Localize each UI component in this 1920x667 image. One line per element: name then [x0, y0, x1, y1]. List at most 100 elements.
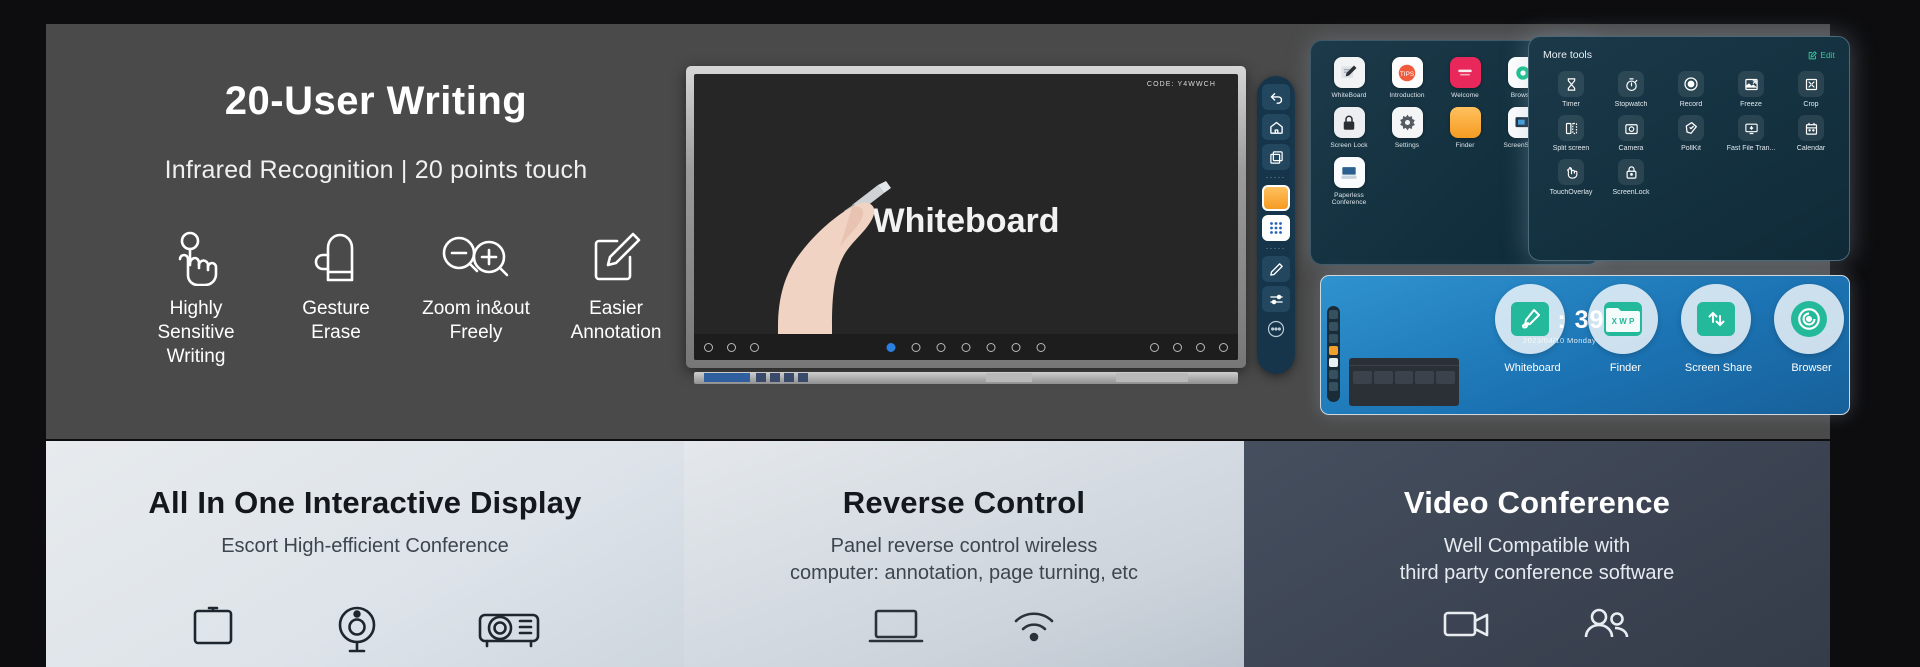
- apps-grid-icon[interactable]: [1262, 215, 1290, 241]
- app-item-introduction[interactable]: TIPS Introduction: [1383, 57, 1431, 99]
- mini-window-icon[interactable]: [1329, 334, 1338, 343]
- tool-item-record[interactable]: Record: [1663, 71, 1719, 108]
- feature-item-gesture-erase: Gesture Erase: [266, 229, 406, 345]
- video-camera-icon: [1437, 601, 1497, 649]
- text-icon[interactable]: [1036, 342, 1046, 352]
- finder-icon[interactable]: [1262, 185, 1290, 211]
- home-app-whiteboard[interactable]: Whiteboard: [1495, 284, 1570, 374]
- mini-app-window[interactable]: [1349, 358, 1459, 406]
- more-tools-panel[interactable]: More tools Edit Timer Stopwatch Record F…: [1528, 36, 1850, 261]
- back-icon[interactable]: [1262, 84, 1290, 110]
- screen-share-icon: [1681, 284, 1751, 354]
- divider: [1265, 245, 1287, 252]
- mini-back-icon[interactable]: [1329, 310, 1338, 319]
- mini-pen-icon[interactable]: [1329, 370, 1338, 379]
- calendar-icon: [1798, 115, 1824, 141]
- display-bezel: CODE: Y4WWCH Whiteboard: [686, 66, 1246, 368]
- tool-item-calendar[interactable]: Calendar: [1783, 115, 1839, 152]
- card-subtitle: Panel reverse control wireless computer:…: [789, 535, 1138, 584]
- home-app-finder[interactable]: X W P Finder: [1588, 284, 1663, 374]
- hand-with-stylus-image: [760, 175, 950, 360]
- finder-folder-icon: X W P: [1588, 284, 1658, 354]
- page-subtitle: Infrared Recognition | 20 points touch: [164, 156, 588, 184]
- pollkit-icon: [1678, 115, 1704, 141]
- freeze-icon: [1738, 71, 1764, 97]
- exit-icon[interactable]: [704, 342, 713, 352]
- home-app-dock[interactable]: Whiteboard X W P Finder Screen Share Bro…: [1489, 284, 1849, 408]
- card-video-conference: Video Conference Well Compatible with th…: [1244, 441, 1830, 667]
- whiteboard-pen-icon: [1495, 284, 1565, 354]
- hourglass-icon: [1558, 71, 1584, 97]
- laptop-icon: [866, 601, 926, 651]
- pen-icon[interactable]: [1262, 256, 1290, 282]
- home-app-label: Finder: [1609, 362, 1642, 374]
- close-icon[interactable]: [1219, 342, 1228, 352]
- insert-icon[interactable]: [1011, 342, 1021, 352]
- home-screen-panel[interactable]: 11 : 39 2023/04/10 Monday Whiteboard: [1320, 275, 1850, 415]
- pen-icon[interactable]: [886, 342, 896, 352]
- mini-home-icon[interactable]: [1329, 322, 1338, 331]
- tool-item-stopwatch[interactable]: Stopwatch: [1603, 71, 1659, 108]
- hero-left-column: 20-User Writing Infrared Recognition | 2…: [46, 24, 706, 439]
- whiteboard-toolbar-center[interactable]: [886, 342, 1046, 352]
- app-item-whiteboard[interactable]: WhiteBoard: [1325, 57, 1373, 99]
- app-label: Screen Lock: [1330, 142, 1368, 149]
- mini-finder-icon[interactable]: [1329, 346, 1338, 355]
- app-item-paperless-conference[interactable]: Paperless Conference: [1325, 157, 1373, 206]
- tool-label: Crop: [1803, 101, 1819, 108]
- whiteboard-toolbar-right[interactable]: [1150, 342, 1228, 352]
- feature-label: Gesture Erase: [302, 298, 370, 343]
- record-icon[interactable]: [1173, 342, 1182, 352]
- more-dots-icon[interactable]: [1262, 316, 1290, 342]
- home-icon[interactable]: [1262, 114, 1290, 140]
- settings-icon[interactable]: [1150, 342, 1159, 352]
- display-side-toolbar[interactable]: [1257, 76, 1295, 374]
- app-item-screen-lock[interactable]: Screen Lock: [1325, 107, 1373, 149]
- whiteboard-toolbar[interactable]: [694, 334, 1238, 360]
- share-icon[interactable]: [1196, 342, 1205, 352]
- eraser-icon[interactable]: [936, 342, 946, 352]
- tool-item-crop[interactable]: Crop: [1783, 71, 1839, 108]
- edit-button[interactable]: Edit: [1808, 50, 1835, 60]
- tool-label: Record: [1679, 101, 1703, 108]
- tool-item-camera[interactable]: Camera: [1603, 115, 1659, 152]
- undo-icon[interactable]: [961, 342, 971, 352]
- display-screen[interactable]: CODE: Y4WWCH Whiteboard: [694, 74, 1238, 360]
- tool-item-freeze[interactable]: Freeze: [1723, 71, 1779, 108]
- more-tools-title: More tools: [1543, 49, 1593, 61]
- card-icons: [46, 601, 684, 667]
- card-subtitle: Escort High-efficient Conference: [221, 535, 509, 557]
- whiteboard-toolbar-left[interactable]: [704, 342, 759, 352]
- app-item-welcome[interactable]: Welcome: [1441, 57, 1489, 99]
- tool-item-timer[interactable]: Timer: [1543, 71, 1599, 108]
- tool-item-split-screen[interactable]: Split screen: [1543, 115, 1599, 152]
- tool-item-pollkit[interactable]: PollKit: [1663, 115, 1719, 152]
- mini-side-toolbar[interactable]: [1327, 306, 1340, 402]
- tool-label: Camera: [1618, 145, 1644, 152]
- sliders-icon[interactable]: [1262, 286, 1290, 312]
- tool-item-fast-file-transfer[interactable]: Fast File Tran...: [1723, 115, 1779, 152]
- multiwindow-icon[interactable]: [1262, 144, 1290, 170]
- tool-item-touch-overlay[interactable]: TouchOverlay: [1543, 159, 1599, 196]
- tool-label: Stopwatch: [1614, 101, 1648, 108]
- shape-icon[interactable]: [911, 342, 921, 352]
- app-label: Settings: [1394, 142, 1420, 149]
- pencil-square-annotation-icon: [546, 229, 686, 287]
- mini-more-icon[interactable]: [1329, 382, 1338, 391]
- mini-apps-icon[interactable]: [1329, 358, 1338, 367]
- wireless-icon: [1006, 601, 1062, 651]
- app-item-settings[interactable]: Settings: [1383, 107, 1431, 149]
- home-app-browser[interactable]: Browser: [1774, 284, 1849, 374]
- tool-item-screen-lock[interactable]: ScreenLock: [1603, 159, 1659, 196]
- card-icons: [1244, 601, 1830, 667]
- tool-label: Fast File Tran...: [1726, 145, 1776, 152]
- home-app-screen-share[interactable]: Screen Share: [1681, 284, 1756, 374]
- card-title: All In One Interactive Display: [148, 485, 582, 520]
- menu-icon[interactable]: [727, 342, 736, 352]
- session-code-label: CODE: Y4WWCH: [1146, 81, 1216, 88]
- whiteboard-icon: [1333, 57, 1365, 88]
- image-icon[interactable]: [750, 342, 759, 352]
- app-item-finder[interactable]: Finder: [1441, 107, 1489, 149]
- edit-pencil-icon: [1808, 50, 1818, 60]
- redo-icon[interactable]: [986, 342, 996, 352]
